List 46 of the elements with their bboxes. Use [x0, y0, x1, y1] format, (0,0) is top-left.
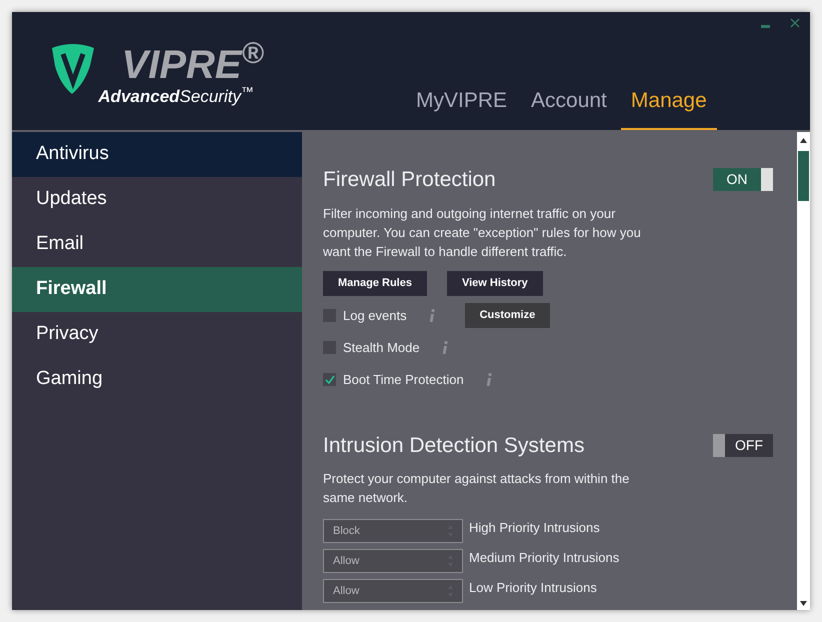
nav-tab[interactable]: Manage — [620, 84, 717, 130]
checkbox[interactable] — [323, 309, 336, 322]
minimize-icon[interactable] — [761, 24, 770, 28]
scroll-up-icon[interactable] — [800, 138, 807, 143]
action-button[interactable]: Manage Rules — [323, 270, 427, 296]
checkbox[interactable] — [323, 373, 336, 386]
action-dropdown[interactable]: Allow — [323, 549, 463, 573]
checkbox[interactable] — [323, 341, 336, 354]
action-dropdown[interactable]: Allow — [323, 579, 463, 603]
section-description: Filter incoming and outgoing internet traffic on your computer. You can create "exception" rules for how you want the Firewall to handle different traffic. — [323, 204, 642, 260]
customize-button[interactable]: Customize — [464, 303, 550, 328]
logo-wordmark: VIPRE$^{®}$ — [122, 44, 264, 86]
close-icon[interactable] — [790, 18, 800, 28]
sidebar-item[interactable]: Gaming — [12, 357, 302, 402]
sidebar-item[interactable]: Antivirus — [12, 132, 302, 177]
section-title: Intrusion Detection Systems — [323, 432, 584, 458]
logo-tagline: AdvancedSecurity$^{™}$ — [98, 84, 254, 108]
shield-icon — [50, 44, 96, 96]
sidebar-item[interactable]: Privacy — [12, 312, 302, 357]
sidebar-item[interactable]: Email — [12, 222, 302, 267]
scrollbar-thumb[interactable] — [798, 151, 809, 201]
toggle-label: ON — [726, 170, 748, 190]
toggle-switch[interactable]: ON — [713, 168, 773, 192]
toggle-switch[interactable]: OFF — [713, 434, 773, 457]
sidebar-item[interactable]: Firewall — [12, 267, 302, 312]
rule-label: Low Priority Intrusions — [469, 579, 597, 597]
action-button[interactable]: View History — [446, 270, 543, 296]
scroll-down-icon[interactable] — [800, 601, 807, 606]
section-description: Protect your computer against attacks from within the same network. — [323, 470, 630, 507]
option-label: Log events — [343, 306, 407, 325]
info-icon[interactable] — [428, 308, 435, 322]
rule-label: Medium Priority Intrusions — [469, 549, 620, 567]
nav-tab[interactable]: Account — [521, 84, 617, 130]
info-icon[interactable] — [442, 340, 448, 354]
info-icon[interactable] — [486, 372, 492, 386]
toggle-label: OFF — [734, 436, 764, 455]
option-label: Boot Time Protection — [343, 370, 464, 389]
option-label: Stealth Mode — [343, 338, 420, 357]
section-title: Firewall Protection — [323, 167, 496, 193]
scrollbar[interactable] — [797, 132, 810, 610]
action-dropdown[interactable]: Block — [323, 519, 463, 543]
toggle-thumb — [761, 168, 773, 192]
sidebar-item[interactable]: Updates — [12, 177, 302, 222]
nav-tab[interactable]: MyVIPRE — [406, 84, 518, 130]
toggle-thumb — [713, 434, 725, 457]
rule-label: High Priority Intrusions — [469, 519, 600, 537]
